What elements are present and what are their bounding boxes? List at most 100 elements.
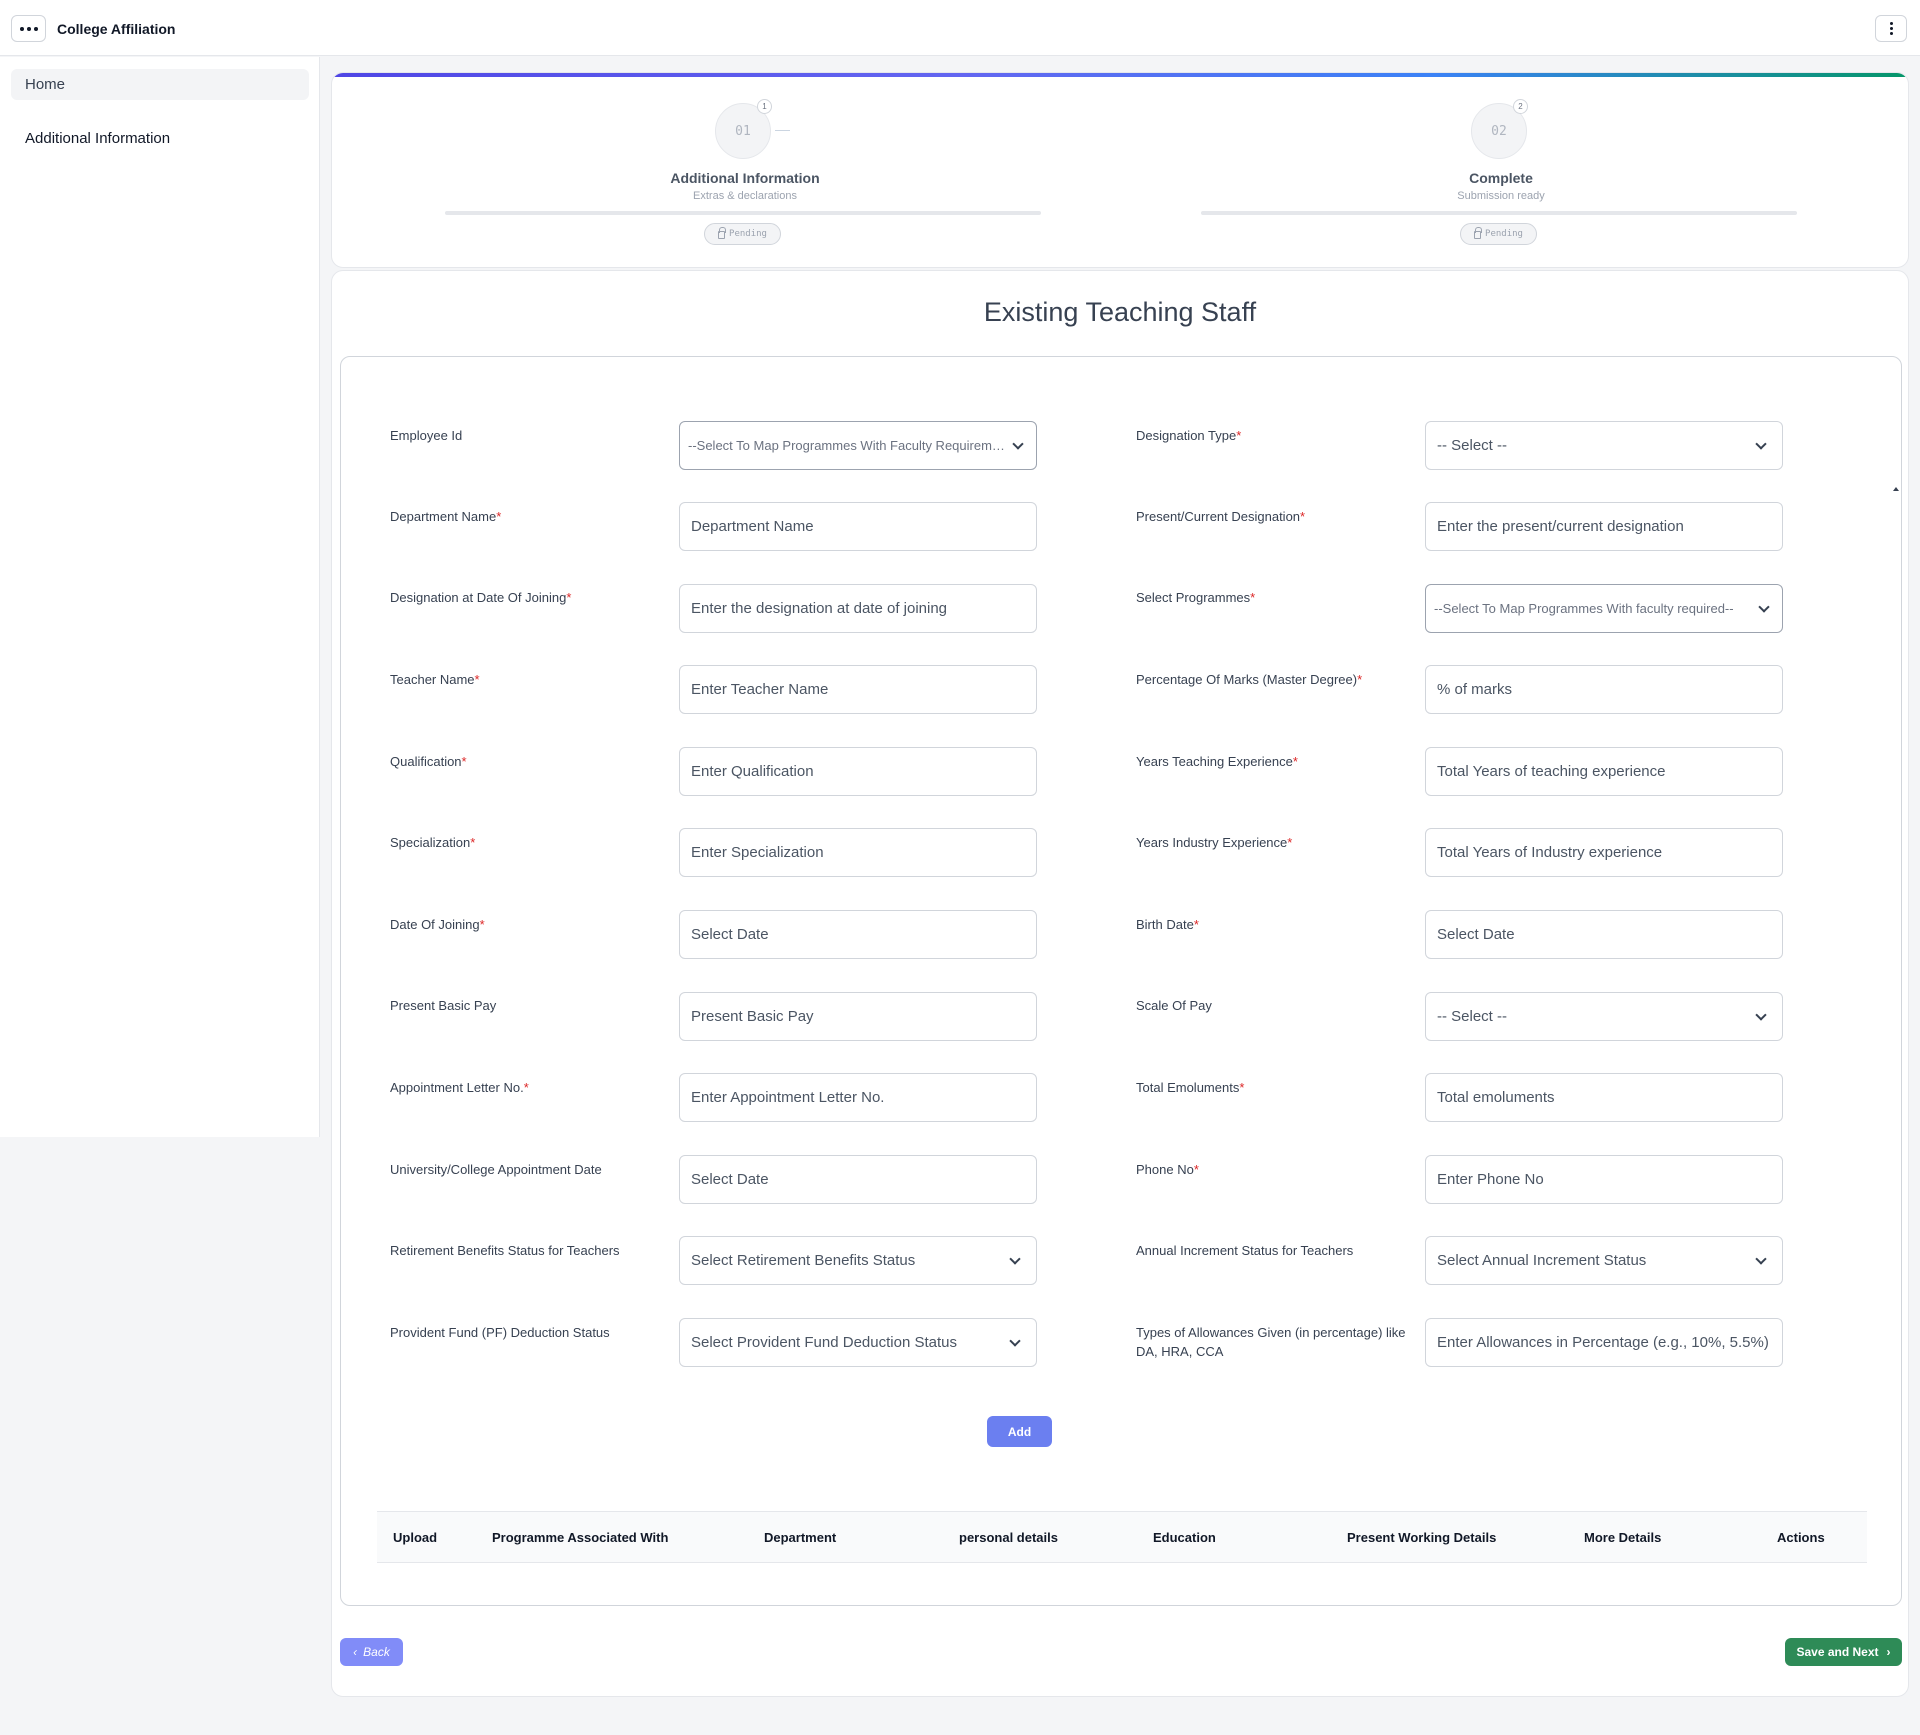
dot-icon	[33, 26, 38, 31]
select-programmes-label: Select Programmes*	[1136, 590, 1256, 605]
phone-no-label: Phone No*	[1136, 1162, 1199, 1177]
chevron-right-icon: ›	[1886, 1645, 1891, 1659]
column-header[interactable]: Actions	[1777, 1530, 1825, 1545]
qualification-label: Qualification*	[390, 754, 467, 769]
sidebar: Home Additional Information	[0, 57, 320, 1137]
dot-icon	[1889, 22, 1893, 25]
column-header[interactable]: Education	[1153, 1530, 1216, 1545]
sidebar-item-home[interactable]: Home	[11, 69, 309, 100]
kebab-menu-button[interactable]	[1875, 15, 1907, 42]
department-name-label: Department Name*	[390, 509, 502, 524]
scale-of-pay-label: Scale Of Pay	[1136, 998, 1212, 1013]
add-button[interactable]: Add	[987, 1416, 1052, 1447]
appointment-date-input[interactable]: Select Date	[679, 1155, 1037, 1204]
marks-percentage-label: Percentage Of Marks (Master Degree)*	[1136, 672, 1363, 687]
step-subtitle: Submission ready	[1457, 190, 1545, 202]
appointment-letter-label: Appointment Letter No.*	[390, 1080, 529, 1095]
retirement-benefits-select[interactable]: Select Retirement Benefits Status	[679, 1236, 1037, 1285]
sidebar-item-additional-information[interactable]: Additional Information	[25, 130, 170, 147]
column-header[interactable]: Present Working Details	[1347, 1530, 1496, 1545]
chevron-down-icon	[1009, 1252, 1021, 1265]
main-card: Existing Teaching Staff Employee Id --Se…	[331, 270, 1909, 1697]
step-subtitle: Extras & declarations	[693, 190, 797, 202]
chevron-down-icon	[1755, 1008, 1767, 1021]
teaching-experience-label: Years Teaching Experience*	[1136, 754, 1298, 769]
top-bar: College Affiliation	[0, 0, 1920, 56]
present-designation-label: Present/Current Designation*	[1136, 509, 1306, 524]
more-menu-button[interactable]	[11, 15, 46, 42]
qualification-input[interactable]: Enter Qualification	[679, 747, 1037, 796]
lock-icon	[718, 227, 727, 239]
chevron-down-icon	[1012, 437, 1024, 450]
scale-of-pay-select[interactable]: -- Select --	[1425, 992, 1783, 1041]
step-title: Complete	[1469, 170, 1533, 186]
annual-increment-select[interactable]: Select Annual Increment Status	[1425, 1236, 1783, 1285]
designation-type-label: Designation Type*	[1136, 428, 1242, 443]
department-name-input[interactable]: Department Name	[679, 502, 1037, 551]
allowances-label: Types of Allowances Given (in percentage…	[1136, 1325, 1406, 1359]
designation-type-select[interactable]: -- Select --	[1425, 421, 1783, 470]
step-progress-bar	[445, 211, 1041, 215]
dot-icon	[1889, 32, 1893, 35]
page-title: Existing Teaching Staff	[983, 297, 1257, 327]
back-button[interactable]: ‹ Back	[340, 1638, 403, 1666]
marks-percentage-input[interactable]: % of marks	[1425, 665, 1783, 714]
provident-fund-select[interactable]: Select Provident Fund Deduction Status	[679, 1318, 1037, 1367]
date-of-joining-input[interactable]: Select Date	[679, 910, 1037, 959]
select-programmes-select[interactable]: --Select To Map Programmes With faculty …	[1425, 584, 1783, 633]
teacher-name-input[interactable]: Enter Teacher Name	[679, 665, 1037, 714]
staff-table-header: Upload Programme Associated With Departm…	[377, 1511, 1867, 1563]
present-designation-input[interactable]: Enter the present/current designation	[1425, 502, 1783, 551]
column-header[interactable]: personal details	[959, 1530, 1058, 1545]
column-header[interactable]: More Details	[1584, 1530, 1661, 1545]
step-status-text: Pending	[729, 229, 767, 239]
specialization-label: Specialization*	[390, 835, 476, 850]
basic-pay-label: Present Basic Pay	[390, 998, 497, 1013]
step-additional-information[interactable]: 01 1 Additional Information Extras & dec…	[445, 73, 1045, 267]
total-emoluments-label: Total Emoluments*	[1136, 1080, 1245, 1095]
basic-pay-input[interactable]: Present Basic Pay	[679, 992, 1037, 1041]
step-status-badge: Pending	[1460, 223, 1537, 245]
dot-icon	[26, 26, 31, 31]
teaching-experience-input[interactable]: Total Years of teaching experience	[1425, 747, 1783, 796]
birth-date-input[interactable]: Select Date	[1425, 910, 1783, 959]
industry-experience-label: Years Industry Experience*	[1136, 835, 1293, 850]
annual-increment-label: Annual Increment Status for Teachers	[1136, 1243, 1354, 1258]
step-complete[interactable]: 02 2 Complete Submission ready Pending	[1201, 73, 1801, 267]
step-connector	[775, 130, 790, 131]
save-button-label: Save and Next	[1796, 1645, 1879, 1659]
industry-experience-input[interactable]: Total Years of Industry experience	[1425, 828, 1783, 877]
employee-id-select[interactable]: --Select To Map Programmes With Faculty …	[679, 421, 1037, 470]
designation-joining-label: Designation at Date Of Joining*	[390, 590, 572, 605]
step-badge: 2	[1513, 99, 1528, 114]
birth-date-label: Birth Date*	[1136, 917, 1199, 932]
chevron-down-icon	[1758, 600, 1770, 613]
date-of-joining-label: Date Of Joining*	[390, 917, 485, 932]
phone-no-input[interactable]: Enter Phone No	[1425, 1155, 1783, 1204]
appointment-letter-input[interactable]: Enter Appointment Letter No.	[679, 1073, 1037, 1122]
appointment-date-label: University/College Appointment Date	[390, 1162, 602, 1177]
allowances-input[interactable]: Enter Allowances in Percentage (e.g., 10…	[1425, 1318, 1783, 1367]
step-badge: 1	[757, 99, 772, 114]
column-header[interactable]: Programme Associated With	[492, 1530, 668, 1545]
scroll-up-icon[interactable]	[1893, 487, 1899, 491]
provident-fund-label: Provident Fund (PF) Deduction Status	[390, 1325, 610, 1340]
chevron-down-icon	[1755, 437, 1767, 450]
app-title: College Affiliation	[57, 21, 176, 37]
save-and-next-button[interactable]: Save and Next ›	[1785, 1638, 1902, 1666]
progress-stepper: 01 1 Additional Information Extras & dec…	[331, 72, 1909, 268]
step-title: Additional Information	[670, 170, 820, 186]
column-header[interactable]: Department	[764, 1530, 836, 1545]
employee-id-label: Employee Id	[390, 428, 463, 443]
teacher-name-label: Teacher Name*	[390, 672, 480, 687]
designation-joining-input[interactable]: Enter the designation at date of joining	[679, 584, 1037, 633]
dot-icon	[1889, 27, 1893, 30]
step-status-text: Pending	[1485, 229, 1523, 239]
dot-icon	[19, 26, 24, 31]
step-progress-bar	[1201, 211, 1797, 215]
total-emoluments-input[interactable]: Total emoluments	[1425, 1073, 1783, 1122]
column-header[interactable]: Upload	[393, 1530, 437, 1545]
chevron-down-icon	[1009, 1334, 1021, 1347]
specialization-input[interactable]: Enter Specialization	[679, 828, 1037, 877]
chevron-left-icon: ‹	[353, 1645, 358, 1659]
